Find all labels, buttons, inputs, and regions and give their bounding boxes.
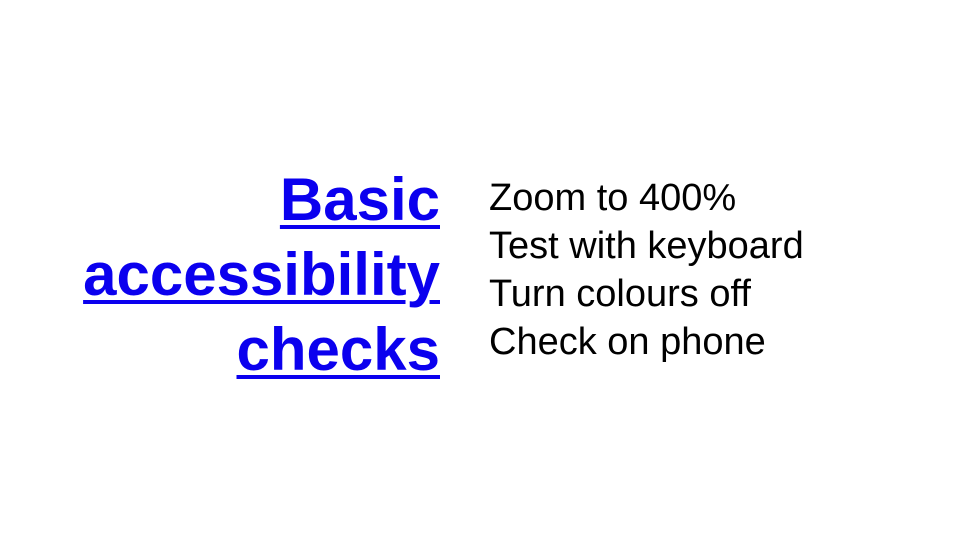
check-item-keyboard: Test with keyboard <box>489 225 804 267</box>
title-line-1: Basic <box>279 166 440 233</box>
check-item-phone: Check on phone <box>489 321 766 363</box>
check-item-colours: Turn colours off <box>489 273 751 315</box>
title-line-3: checks <box>236 316 441 383</box>
checks-list: Zoom to 400% Test with keyboard Turn col… <box>489 174 804 366</box>
check-item-zoom: Zoom to 400% <box>489 177 737 219</box>
title-line-2: accessibility <box>83 241 440 308</box>
slide: Basic accessibility checks Zoom to 400% … <box>0 0 960 540</box>
slide-title-link[interactable]: Basic accessibility checks <box>40 162 440 387</box>
